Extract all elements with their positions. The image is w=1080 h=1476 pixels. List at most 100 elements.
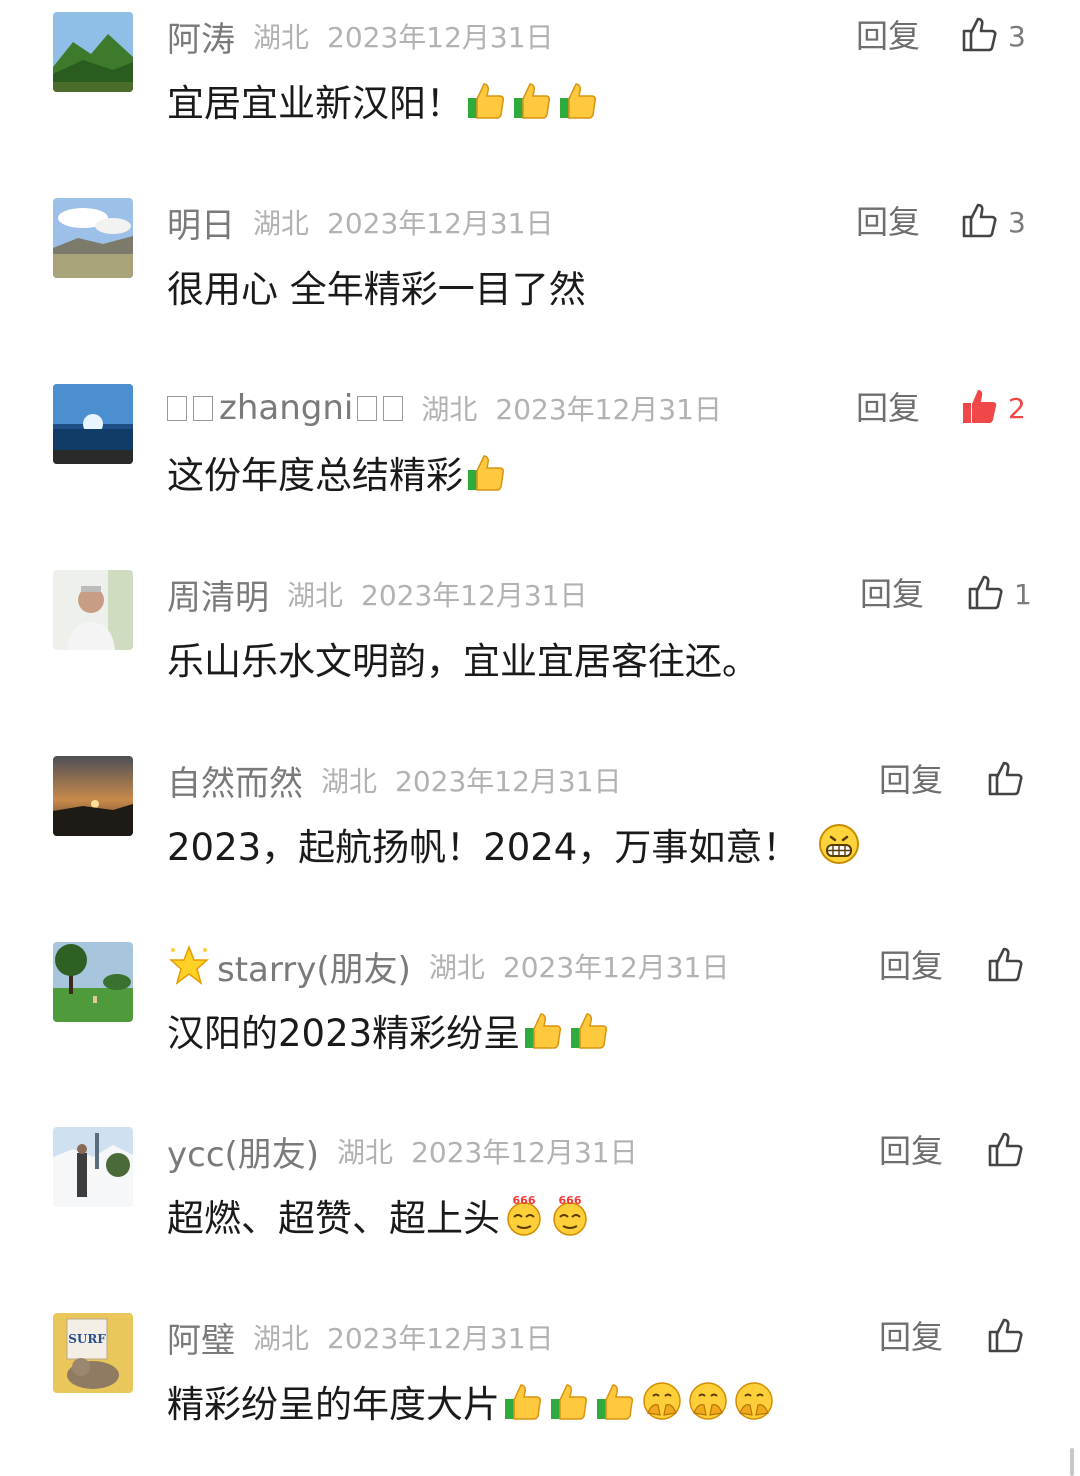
- comment-text: 很用心 全年精彩一目了然: [167, 268, 586, 311]
- commenter-name[interactable]: starry(朋友): [167, 942, 411, 991]
- thumbs-up-emoji-icon: [548, 1379, 592, 1423]
- thumbs-up-outline-icon: [986, 1315, 1026, 1359]
- comment-date: 2023年12月31日: [495, 393, 722, 426]
- comment-location: 湖北: [253, 21, 310, 54]
- commenter-name[interactable]: ycc(朋友): [167, 1127, 319, 1176]
- reply-button[interactable]: 回复: [856, 12, 920, 60]
- scrollbar[interactable]: [1070, 1448, 1074, 1476]
- commenter-name-text: zhangni: [219, 388, 354, 428]
- like-count: 2: [1008, 391, 1026, 425]
- like-button[interactable]: 2: [960, 388, 1026, 428]
- like-button[interactable]: [986, 1317, 1026, 1357]
- comment-location: 湖北: [337, 1136, 394, 1169]
- avatar[interactable]: [53, 384, 133, 464]
- avatar[interactable]: [53, 1127, 133, 1207]
- thumbs-up-emoji-icon: [594, 1379, 638, 1423]
- salute-face-emoji-icon: [640, 1379, 684, 1423]
- svg-text:SURF: SURF: [68, 1332, 106, 1346]
- comment-date: 2023年12月31日: [327, 1322, 554, 1355]
- reply-button[interactable]: 回复: [879, 1127, 943, 1175]
- commenter-name-text: starry(朋友): [217, 949, 411, 990]
- like-button[interactable]: [986, 1131, 1026, 1171]
- comment-text: 这份年度总结精彩: [167, 454, 463, 497]
- avatar[interactable]: [53, 12, 133, 92]
- like-button[interactable]: 3: [960, 16, 1026, 56]
- commenter-name[interactable]: 阿璧: [167, 1313, 235, 1362]
- unsupported-glyph-icon: [167, 395, 187, 421]
- svg-text:666: 666: [559, 1194, 582, 1207]
- commenter-name[interactable]: 自然而然: [167, 756, 303, 805]
- commenter-name[interactable]: 周清明: [167, 570, 269, 619]
- reply-button[interactable]: 回复: [856, 384, 920, 432]
- comment-item: 阿涛 湖北 2023年12月31日 回复 3 宜居宜业新汉阳！: [0, 12, 1080, 162]
- salute-face-emoji-icon: [732, 1379, 776, 1423]
- comment-date: 2023年12月31日: [361, 579, 588, 612]
- thumbs-up-outline-icon: [966, 572, 1006, 616]
- reply-button[interactable]: 回复: [860, 570, 924, 618]
- thumbs-up-outline-icon: [960, 200, 1000, 244]
- unsupported-glyph-icon: [357, 395, 378, 421]
- comment-item: SURF 阿璧 湖北 2023年12月31日 回复 精彩纷呈的年度大片: [0, 1313, 1080, 1463]
- comment-date: 2023年12月31日: [502, 951, 730, 984]
- svg-text:666: 666: [513, 1194, 536, 1207]
- comment-text: 汉阳的2023精彩纷呈: [167, 1012, 521, 1055]
- commenter-name[interactable]: zhangni: [167, 388, 404, 428]
- commenter-name[interactable]: 明日: [167, 198, 235, 247]
- unsupported-glyph-icon: [193, 395, 213, 421]
- comment-location: 湖北: [253, 1322, 310, 1355]
- like-button[interactable]: 1: [966, 574, 1032, 614]
- comment-text: 超燃、超赞、超上头: [167, 1197, 500, 1240]
- like-count: 3: [1008, 205, 1026, 239]
- thumbs-up-emoji-icon: [465, 78, 509, 122]
- comment-item: zhangni 湖北 2023年12月31日 回复 2 这份年度总结精彩: [0, 384, 1080, 534]
- reply-button[interactable]: 回复: [856, 198, 920, 246]
- comment-location: 湖北: [321, 765, 378, 798]
- thumbs-up-emoji-icon: [557, 78, 601, 122]
- comment-location: 湖北: [287, 579, 344, 612]
- thumbs-up-filled-icon: [960, 386, 1000, 430]
- 666-emoji-icon: 666: [548, 1193, 592, 1237]
- thumbs-up-outline-icon: [986, 944, 1026, 988]
- comment-item: 明日 湖北 2023年12月31日 回复 3 很用心 全年精彩一目了然: [0, 198, 1080, 348]
- comment-item: starry(朋友) 湖北 2023年12月31日 回复 汉阳的2023精彩纷呈: [0, 942, 1080, 1092]
- comment-item: 周清明 湖北 2023年12月31日 回复 1 乐山乐水文明韵，宜业宜居客往还。: [0, 570, 1080, 720]
- like-button[interactable]: [986, 760, 1026, 800]
- comment-text: 2023，起航扬帆！2024，万事如意！: [167, 826, 800, 869]
- thumbs-up-emoji-icon: [568, 1008, 612, 1052]
- 666-emoji-icon: 666: [502, 1193, 546, 1237]
- comment-date: 2023年12月31日: [327, 207, 554, 240]
- comment-location: 湖北: [428, 951, 485, 984]
- reply-button[interactable]: 回复: [879, 756, 943, 804]
- comment-date: 2023年12月31日: [395, 765, 622, 798]
- avatar[interactable]: SURF: [53, 1313, 133, 1393]
- unsupported-glyph-icon: [383, 395, 404, 421]
- comment-item: 自然而然 湖北 2023年12月31日 回复 2023，起航扬帆！2024，万事…: [0, 756, 1080, 906]
- like-button[interactable]: [986, 946, 1026, 986]
- thumbs-up-outline-icon: [960, 14, 1000, 58]
- comment-date: 2023年12月31日: [327, 21, 554, 54]
- thumbs-up-emoji-icon: [465, 450, 509, 494]
- comment-date: 2023年12月31日: [411, 1136, 638, 1169]
- comment-text: 精彩纷呈的年度大片: [167, 1383, 500, 1426]
- comment-location: 湖北: [253, 207, 310, 240]
- thumbs-up-emoji-icon: [502, 1379, 546, 1423]
- thumbs-up-outline-icon: [986, 758, 1026, 802]
- comment-item: ycc(朋友) 湖北 2023年12月31日 回复 超燃、超赞、超上头 666 …: [0, 1127, 1080, 1277]
- thumbs-up-emoji-icon: [511, 78, 555, 122]
- comment-text: 宜居宜业新汉阳！: [167, 82, 463, 125]
- avatar[interactable]: [53, 756, 133, 836]
- grinning-face-emoji-icon: [817, 822, 861, 866]
- reply-button[interactable]: 回复: [879, 942, 943, 990]
- comment-text: 乐山乐水文明韵，宜业宜居客往还。: [167, 640, 759, 683]
- salute-face-emoji-icon: [686, 1379, 730, 1423]
- like-button[interactable]: 3: [960, 202, 1026, 242]
- commenter-name[interactable]: 阿涛: [167, 12, 235, 61]
- avatar[interactable]: [53, 942, 133, 1022]
- thumbs-up-emoji-icon: [522, 1008, 566, 1052]
- avatar[interactable]: [53, 570, 133, 650]
- like-count: 3: [1008, 19, 1026, 53]
- sparkle-star-icon: [167, 944, 211, 988]
- reply-button[interactable]: 回复: [879, 1313, 943, 1361]
- comment-location: 湖北: [421, 393, 478, 426]
- avatar[interactable]: [53, 198, 133, 278]
